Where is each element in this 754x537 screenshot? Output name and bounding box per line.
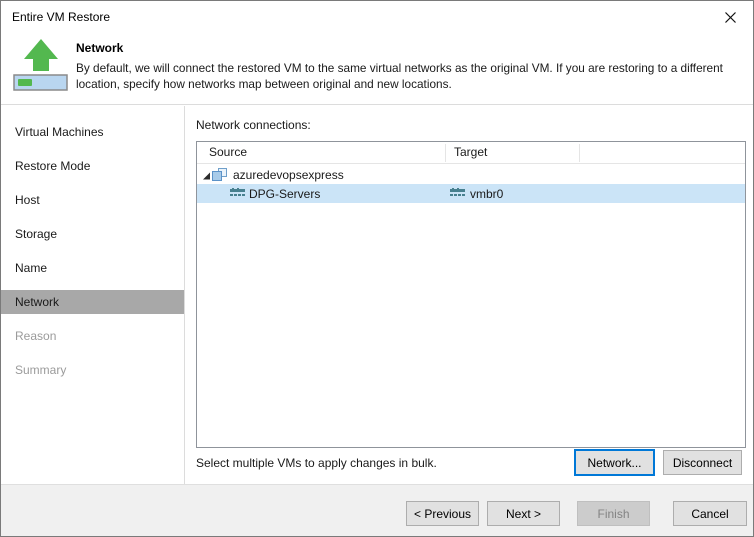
network-connections-table: Source Target azuredevopsexpress [196, 141, 746, 448]
wizard-header: Network By default, we will connect the … [1, 31, 753, 105]
sidebar-item-network[interactable]: Network [1, 290, 184, 314]
sidebar-item-host[interactable]: Host [1, 188, 184, 212]
window-title: Entire VM Restore [12, 10, 110, 24]
source-network-label: DPG-Servers [249, 187, 320, 201]
sidebar-item-summary: Summary [1, 358, 184, 382]
network-mapping-row[interactable]: DPG-Servers vmbr0 [197, 184, 745, 203]
target-network-icon [450, 188, 465, 202]
wizard-steps-sidebar: Virtual Machines Restore Mode Host Stora… [1, 106, 185, 484]
step-description: By default, we will connect the restored… [76, 60, 748, 92]
sidebar-item-restore-mode[interactable]: Restore Mode [1, 154, 184, 178]
bulk-selection-note: Select multiple VMs to apply changes in … [196, 456, 437, 470]
column-separator[interactable] [579, 144, 580, 162]
disconnect-button[interactable]: Disconnect [663, 450, 742, 475]
next-button[interactable]: Next > [487, 501, 560, 526]
entire-vm-restore-dialog: Entire VM Restore Network By default, we… [0, 0, 754, 537]
table-header: Source Target [197, 142, 745, 164]
close-icon[interactable] [722, 9, 738, 25]
network-button[interactable]: Network... [574, 449, 655, 476]
column-header-source[interactable]: Source [209, 145, 247, 159]
restore-step-icon [13, 38, 69, 94]
column-separator[interactable] [445, 144, 446, 162]
previous-button[interactable]: < Previous [406, 501, 479, 526]
step-title: Network [76, 41, 123, 55]
cancel-button[interactable]: Cancel [673, 501, 747, 526]
sidebar-item-virtual-machines[interactable]: Virtual Machines [1, 120, 184, 144]
network-connections-label: Network connections: [196, 118, 311, 132]
column-header-target[interactable]: Target [454, 145, 487, 159]
source-network-icon [230, 188, 245, 202]
vm-host-icon [211, 167, 228, 185]
target-network-label: vmbr0 [470, 187, 503, 201]
tree-group-row[interactable]: azuredevopsexpress [197, 165, 745, 184]
sidebar-item-name[interactable]: Name [1, 256, 184, 280]
tree-group-label: azuredevopsexpress [233, 168, 344, 182]
finish-button: Finish [577, 501, 650, 526]
sidebar-item-reason: Reason [1, 324, 184, 348]
titlebar: Entire VM Restore [1, 1, 753, 31]
sidebar-item-storage[interactable]: Storage [1, 222, 184, 246]
dialog-footer: < Previous Next > Finish Cancel [1, 484, 753, 537]
